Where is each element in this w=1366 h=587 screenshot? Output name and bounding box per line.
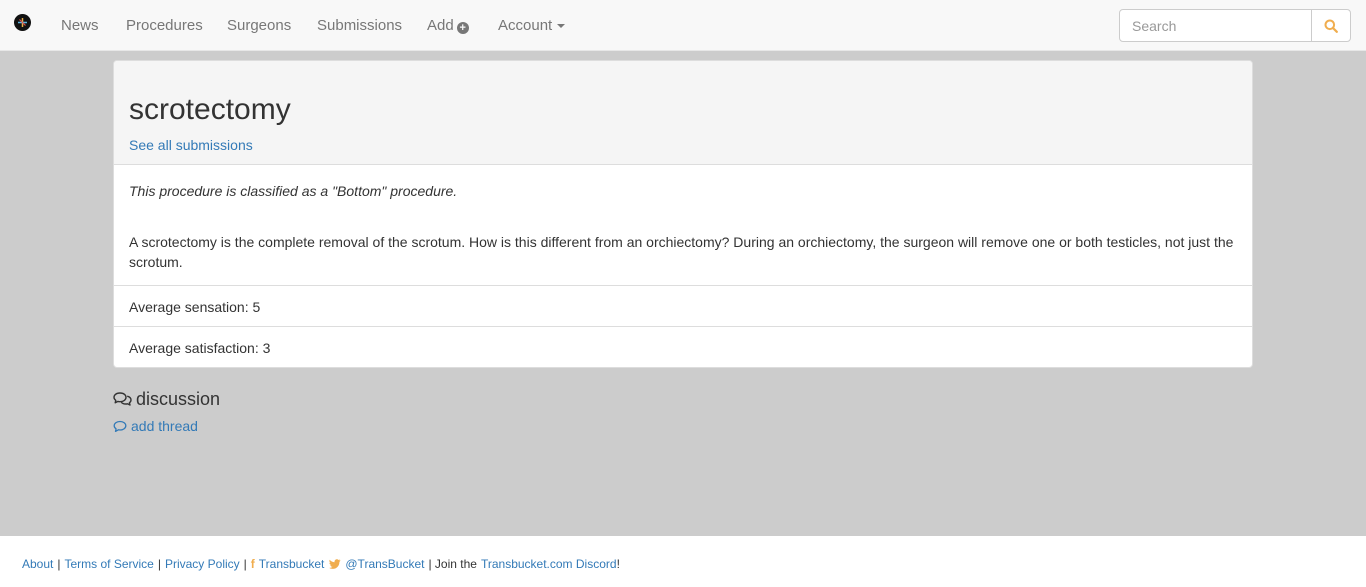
add-thread-link[interactable]: add thread (113, 418, 198, 435)
top-navbar: News Procedures Surgeons Submissions Add… (0, 0, 1366, 51)
nav-account[interactable]: Account (498, 17, 566, 35)
footer-twitter-link[interactable]: @TransBucket (345, 557, 424, 571)
nav-add-label: Add (427, 17, 454, 34)
footer-privacy-link[interactable]: Privacy Policy (165, 557, 240, 571)
footer-links: About | Terms of Service | Privacy Polic… (22, 557, 620, 571)
separator: | (57, 557, 61, 571)
nav-surgeons[interactable]: Surgeons (227, 17, 291, 35)
twitter-icon (329, 559, 341, 569)
nav-add[interactable]: Add + (427, 17, 469, 35)
search-icon (1324, 19, 1338, 33)
procedure-classification: This procedure is classified as a "Botto… (129, 183, 458, 199)
plus-circle-icon: + (456, 22, 469, 34)
footer-terms-link[interactable]: Terms of Service (64, 557, 153, 571)
footer-facebook-link[interactable]: Transbucket (259, 557, 325, 571)
footer-suffix: ! (616, 557, 620, 571)
nav-procedures[interactable]: Procedures (126, 17, 203, 35)
add-thread-label: add thread (131, 418, 198, 434)
footer-join-text: | Join the (428, 557, 477, 571)
procedure-panel: scrotectomy See all submissions This pro… (113, 60, 1253, 368)
caret-down-icon (557, 24, 566, 29)
comments-icon (113, 392, 132, 406)
nav-news[interactable]: News (61, 17, 99, 35)
panel-heading: scrotectomy See all submissions (114, 61, 1252, 165)
average-sensation: Average sensation: 5 (129, 299, 261, 315)
separator: | (157, 557, 161, 571)
see-all-submissions-link[interactable]: See all submissions (129, 137, 253, 154)
footer-about-link[interactable]: About (22, 557, 53, 571)
search-input[interactable] (1119, 9, 1312, 42)
page-title: scrotectomy (129, 93, 291, 126)
separator: | (243, 557, 247, 571)
average-satisfaction: Average satisfaction: 3 (129, 340, 271, 356)
discussion-title: discussion (136, 389, 221, 409)
comment-icon (113, 420, 127, 433)
nav-submissions[interactable]: Submissions (317, 17, 402, 35)
logo-icon[interactable] (14, 14, 31, 31)
divider (114, 326, 1252, 327)
nav-account-label: Account (498, 17, 553, 34)
divider (114, 285, 1252, 286)
footer-discord-link[interactable]: Transbucket.com Discord (481, 557, 617, 571)
search-button[interactable] (1311, 9, 1351, 42)
footer: About | Terms of Service | Privacy Polic… (0, 536, 1366, 587)
procedure-description: A scrotectomy is the complete removal of… (129, 234, 1234, 270)
facebook-icon: f (250, 557, 255, 571)
discussion-heading: discussion (113, 389, 220, 409)
